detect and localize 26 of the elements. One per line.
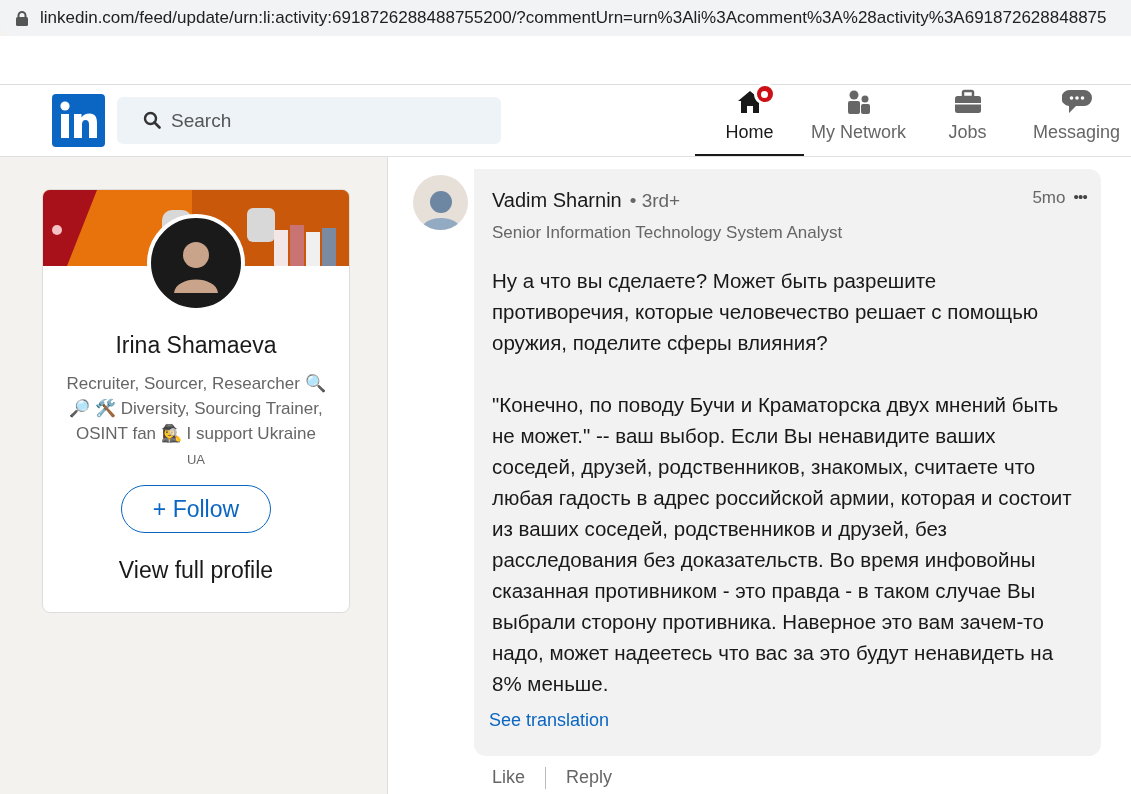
nav-tab[interactable]: Jobs: [913, 85, 1022, 156]
profile-location: UA: [186, 450, 206, 469]
linkedin-logo[interactable]: [52, 94, 105, 147]
commenter-avatar[interactable]: [413, 175, 468, 230]
connection-degree: • 3rd+: [629, 189, 681, 213]
comment-paragraph: "Конечно, по поводу Бучи и Краматорска двух мнений быть не может." -- ваш выбор. Если Вы ненавидите ваших соседей, друзей, родственников, знакомых, считаете что любая гадость в адрес российской армии, которая и состоит из ваших соседей, родственников и друзей, без расследования без доказательств. Во время инфовойны сказанная противником - это правда - в таком случае Вы выбрали сторону противника. Наверное это вам зачем-то надо, может надеетесь что вас за это будут ненавидеть на 8% меньше.: [492, 392, 1073, 697]
nav-tab[interactable]: My Network: [804, 85, 913, 156]
search-field[interactable]: Search: [117, 97, 501, 144]
comment-time: 5mo: [1032, 187, 1066, 209]
author-title: Senior Information Technology System Analyst: [492, 221, 843, 244]
view-profile-link[interactable]: View full profile: [118, 553, 274, 588]
comment-action[interactable]: Like: [492, 764, 526, 791]
comment-action[interactable]: Reply: [566, 764, 613, 791]
more-options-button[interactable]: •••: [1073, 185, 1087, 209]
chat-bubble-icon: [1061, 89, 1092, 115]
profile-headline: Recruiter, Sourcer, Researcher 🔍 🔎 🛠 Diversity, Sourcing Trainer, OSINT fan 🕵‍♀ I support Ukraine: [65, 372, 327, 445]
url-text: linkedin.com/feed/update/urn:li:activity:6918726288488755200/?commentUrn=urn%3Ali%3Acomment%3A%28activity%3A691872628848875: [40, 7, 1107, 30]
address-bar[interactable]: linkedin.com/feed/update/urn:li:activity:6918726288488755200/?commentUrn=urn%3Ali%3Acomment%3A%28activity%3A691872628848875: [0, 0, 1131, 36]
lock-icon: [16, 10, 28, 26]
profile-name: Irina Shamaeva: [115, 331, 277, 360]
see-translation-link[interactable]: See translation: [489, 707, 1087, 734]
nav-tab[interactable]: Messaging: [1022, 85, 1131, 156]
comment-paragraph: Ну а что вы сделаете? Может быть разрешите противоречия, которые человечество решает с помощью оружия, поделите сферы влияния?: [492, 268, 1040, 356]
briefcase-icon: [953, 89, 982, 115]
author-name[interactable]: Vadim Sharnin: [492, 185, 622, 215]
search-icon: [143, 111, 161, 129]
